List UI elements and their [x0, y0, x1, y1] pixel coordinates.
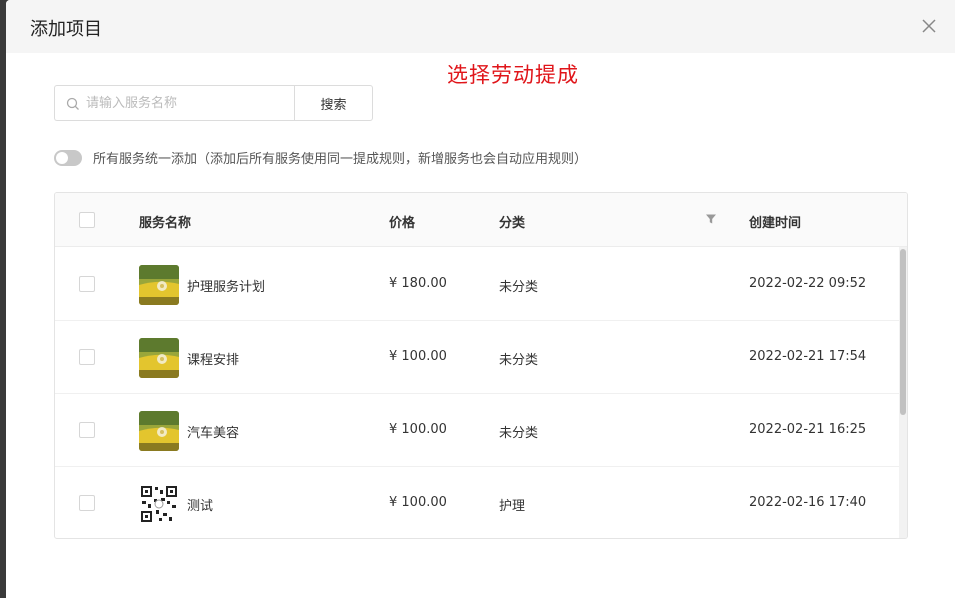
modal-header: 添加项目 [6, 0, 955, 53]
search-bar: 搜索 [54, 85, 373, 121]
table-row[interactable]: 课程安排 ¥ 100.00 未分类 2022-02-21 17:54 [55, 321, 901, 394]
scrollbar-thumb[interactable] [900, 249, 906, 415]
service-thumbnail [139, 411, 179, 451]
close-icon [922, 19, 936, 33]
close-button[interactable] [917, 14, 941, 38]
row-checkbox[interactable] [79, 276, 95, 292]
service-price: ¥ 100.00 [389, 349, 447, 364]
filter-icon[interactable] [705, 213, 717, 225]
service-name: 汽车美容 [187, 426, 240, 441]
search-input-box [54, 85, 294, 121]
row-checkbox[interactable] [79, 349, 95, 365]
service-price: ¥ 100.00 [389, 495, 447, 510]
header-created: 创建时间 [749, 216, 802, 231]
table-body: 护理服务计划 ¥ 180.00 未分类 2022-02-22 09:52 课程安… [55, 248, 901, 538]
header-price: 价格 [389, 216, 416, 231]
service-created: 2022-02-21 17:54 [749, 349, 867, 364]
row-checkbox[interactable] [79, 422, 95, 438]
header-category: 分类 [499, 216, 526, 231]
table-row[interactable]: 护理服务计划 ¥ 180.00 未分类 2022-02-22 09:52 [55, 248, 901, 321]
select-all-checkbox[interactable] [79, 212, 95, 228]
search-icon [66, 97, 79, 110]
landscape-thumbnail-icon [139, 411, 179, 451]
search-input[interactable] [55, 86, 294, 120]
service-category: 未分类 [499, 280, 539, 295]
header-name: 服务名称 [139, 216, 192, 231]
service-thumbnail [139, 484, 179, 524]
service-created: 2022-02-16 17:40 [749, 495, 867, 510]
service-name: 测试 [187, 499, 214, 514]
service-created: 2022-02-22 09:52 [749, 276, 867, 291]
service-category: 护理 [499, 499, 526, 514]
modal-title: 添加项目 [30, 19, 102, 40]
table-row[interactable]: 测试 ¥ 100.00 护理 2022-02-16 17:40 [55, 467, 901, 538]
service-price: ¥ 180.00 [389, 276, 447, 291]
services-table: 服务名称 价格 分类 创建时间 护理服务计划 ¥ 180.00 未分类 2022… [54, 192, 908, 539]
service-category: 未分类 [499, 353, 539, 368]
service-category: 未分类 [499, 426, 539, 441]
row-checkbox[interactable] [79, 495, 95, 511]
service-thumbnail [139, 338, 179, 378]
toggle-knob [56, 151, 68, 164]
table-header: 服务名称 价格 分类 创建时间 [55, 193, 907, 247]
landscape-thumbnail-icon [139, 265, 179, 305]
landscape-thumbnail-icon [139, 338, 179, 378]
table-row[interactable]: 汽车美容 ¥ 100.00 未分类 2022-02-21 16:25 [55, 394, 901, 467]
apply-all-row: 所有服务统一添加（添加后所有服务使用同一提成规则，新增服务也会自动应用规则） [54, 148, 587, 167]
add-item-modal: 添加项目 选择劳动提成 搜索 所有服务统一添加（添加后所有服务使用同一提成规则，… [6, 0, 955, 598]
service-name: 护理服务计划 [187, 280, 266, 295]
qr-code-icon [139, 484, 179, 524]
service-created: 2022-02-21 16:25 [749, 422, 867, 437]
service-name: 课程安排 [187, 353, 240, 368]
apply-all-toggle[interactable] [54, 149, 82, 166]
search-button[interactable]: 搜索 [294, 85, 373, 121]
annotation-text: 选择劳动提成 [447, 63, 579, 87]
table-scrollbar[interactable] [899, 247, 907, 538]
apply-all-label: 所有服务统一添加（添加后所有服务使用同一提成规则，新增服务也会自动应用规则） [93, 152, 588, 167]
service-price: ¥ 100.00 [389, 422, 447, 437]
service-thumbnail [139, 265, 179, 305]
